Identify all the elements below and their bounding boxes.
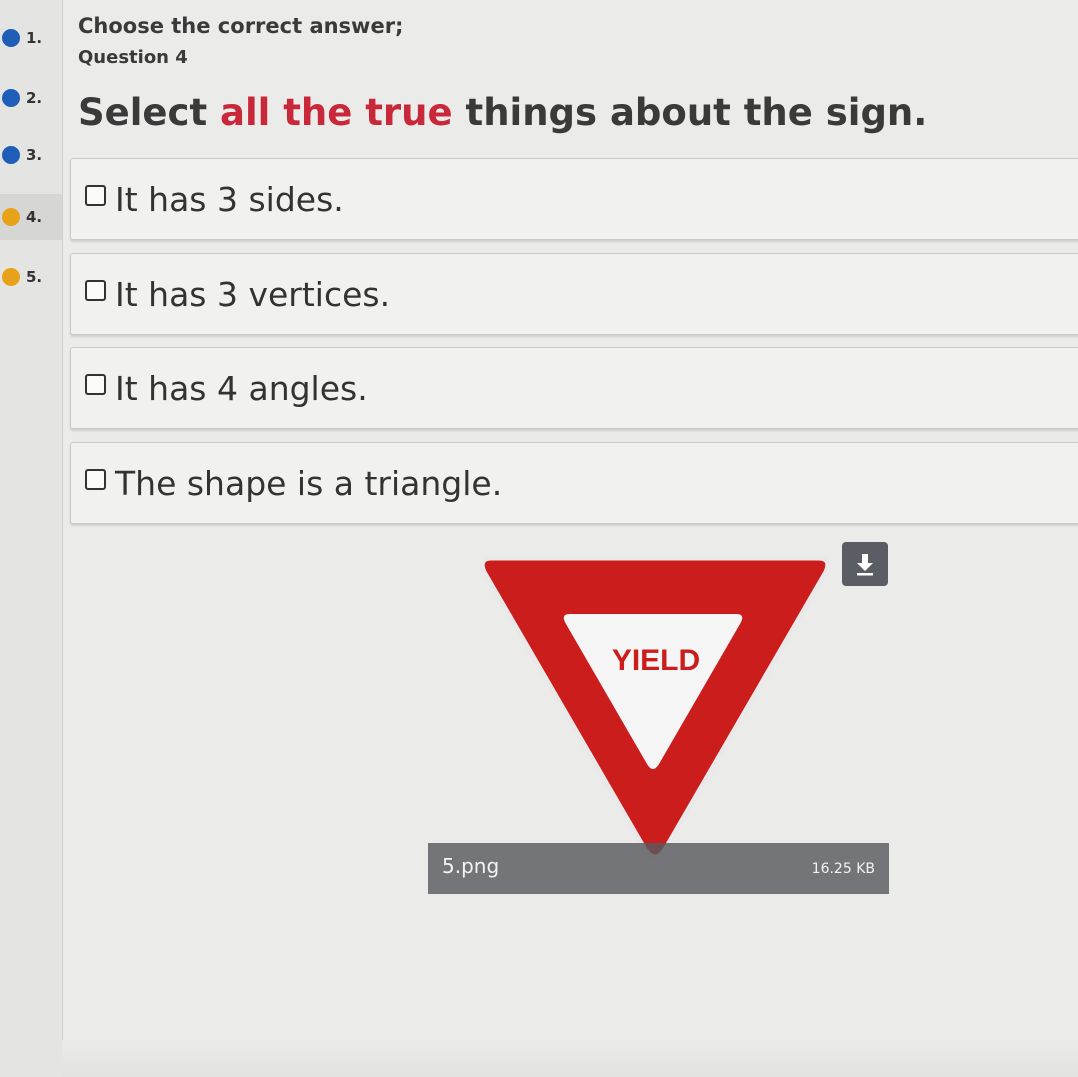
answer-option-4[interactable]: The shape is a triangle. bbox=[70, 442, 1078, 524]
question-number: Question 4 bbox=[78, 47, 188, 68]
checkbox[interactable] bbox=[85, 184, 106, 206]
yield-sign-image: YIELD bbox=[479, 555, 831, 860]
nav-item-question-4[interactable]: 4. bbox=[0, 194, 62, 240]
status-dot bbox=[2, 29, 20, 47]
status-dot bbox=[2, 208, 20, 226]
answer-option-label: The shape is a triangle. bbox=[115, 463, 503, 503]
answer-option-label: It has 3 sides. bbox=[115, 179, 344, 219]
answer-option-2[interactable]: It has 3 vertices. bbox=[70, 253, 1078, 335]
status-dot bbox=[2, 146, 20, 164]
answer-option-3[interactable]: It has 4 angles. bbox=[70, 347, 1078, 429]
status-dot bbox=[2, 89, 20, 107]
nav-item-label: 1. bbox=[26, 29, 43, 47]
page-bottom bbox=[62, 1040, 1078, 1077]
nav-item-question-5[interactable]: 5. bbox=[0, 254, 62, 300]
checkbox[interactable] bbox=[85, 468, 106, 490]
prompt-text-start: Select bbox=[78, 91, 221, 134]
question-navigator: 1. 2. 3. 4. 5. bbox=[0, 0, 63, 1077]
checkbox[interactable] bbox=[85, 373, 106, 395]
prompt-highlight: all the true bbox=[220, 91, 453, 134]
nav-item-label: 5. bbox=[26, 268, 43, 286]
question-instruction: Choose the correct answer; bbox=[78, 14, 404, 38]
nav-item-question-3[interactable]: 3. bbox=[0, 132, 62, 178]
attachment-info-bar: 5.png 16.25 KB bbox=[428, 843, 889, 894]
file-size: 16.25 KB bbox=[811, 861, 875, 877]
sign-text: YIELD bbox=[612, 644, 700, 677]
nav-item-question-1[interactable]: 1. bbox=[0, 15, 62, 61]
file-name: 5.png bbox=[442, 854, 500, 878]
checkbox[interactable] bbox=[85, 279, 106, 301]
nav-item-question-2[interactable]: 2. bbox=[0, 75, 62, 121]
download-button[interactable] bbox=[842, 542, 888, 586]
nav-item-label: 3. bbox=[26, 146, 43, 164]
download-icon bbox=[857, 554, 873, 576]
nav-item-label: 4. bbox=[26, 208, 43, 226]
answer-option-label: It has 4 angles. bbox=[115, 368, 368, 408]
nav-item-label: 2. bbox=[26, 89, 43, 107]
attachment-image: YIELD bbox=[470, 552, 840, 892]
prompt-text-end: things about the sign. bbox=[452, 91, 928, 134]
answer-option-1[interactable]: It has 3 sides. bbox=[70, 158, 1078, 240]
status-dot bbox=[2, 268, 20, 286]
answer-option-label: It has 3 vertices. bbox=[115, 274, 391, 314]
question-prompt: Select all the true things about the sig… bbox=[78, 91, 927, 134]
